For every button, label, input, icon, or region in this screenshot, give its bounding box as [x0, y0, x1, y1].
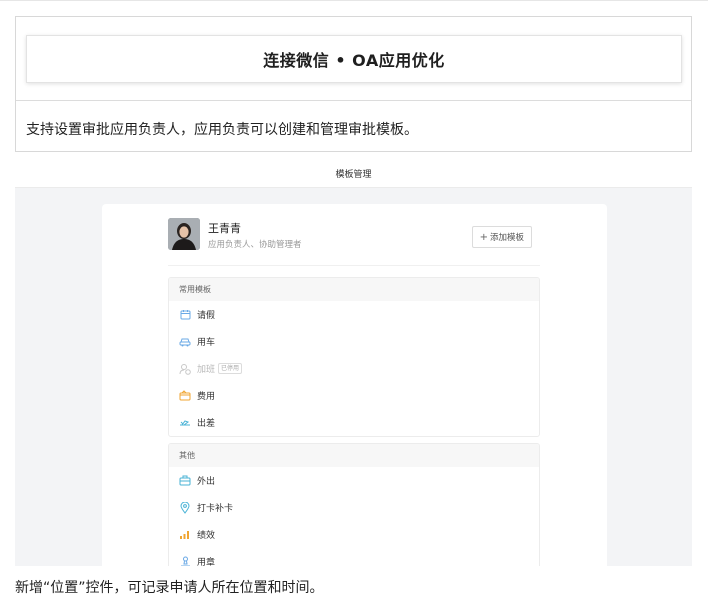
template-group-other: 其他 外出 打卡补卡 绩效 用章 — [168, 443, 540, 566]
add-template-label: 添加模板 — [489, 233, 524, 243]
screen-title: 模板管理 — [335, 170, 372, 180]
overtime-icon — [179, 363, 191, 375]
location-pin-icon — [179, 501, 191, 514]
title-box: 连接微信 • OA应用优化 — [26, 35, 682, 83]
template-item-performance[interactable]: 绩效 — [169, 521, 539, 548]
template-label: 用车 — [197, 338, 216, 348]
plane-icon — [179, 417, 191, 429]
briefcase-icon — [179, 475, 191, 487]
template-label: 费用 — [197, 392, 216, 402]
release-note-card: 连接微信 • OA应用优化 支持设置审批应用负责人，应用负责可以创建和管理审批模… — [15, 16, 692, 152]
stamp-icon — [179, 556, 191, 566]
template-label: 出差 — [197, 419, 216, 429]
calendar-icon — [179, 309, 191, 321]
template-item-business-trip[interactable]: 出差 — [169, 409, 539, 436]
feature-note: 新增“位置”控件，可记录申请人所在位置和时间。 — [15, 580, 324, 596]
template-label: 打卡补卡 — [197, 504, 234, 514]
template-item-leave[interactable]: 请假 — [169, 301, 539, 328]
template-management-screenshot: 模板管理 王青青 应用负责人、协助管理者 + 添加模板 常用模板 请假 用车 加… — [15, 160, 692, 566]
template-item-expense[interactable]: 费用 — [169, 382, 539, 409]
release-description: 支持设置审批应用负责人，应用负责可以创建和管理审批模板。 — [26, 122, 418, 138]
template-label: 绩效 — [197, 531, 216, 541]
release-title: 连接微信 • OA应用优化 — [263, 51, 445, 70]
template-item-clock-in[interactable]: 打卡补卡 — [169, 494, 539, 521]
disabled-badge: 已停用 — [218, 363, 243, 374]
avatar — [168, 218, 200, 250]
user-name: 王青青 — [208, 222, 241, 235]
template-label: 加班 — [197, 365, 216, 375]
group-title: 常用模板 — [169, 278, 539, 301]
add-template-button[interactable]: + 添加模板 — [471, 226, 532, 248]
screen-header: 模板管理 — [15, 160, 692, 188]
template-label: 请假 — [197, 311, 216, 321]
user-role: 应用负责人、协助管理者 — [208, 240, 302, 250]
template-item-seal[interactable]: 用章 — [169, 548, 539, 566]
card-divider — [16, 100, 691, 101]
wallet-icon — [179, 390, 191, 402]
group-title: 其他 — [169, 444, 539, 467]
user-row: 王青青 应用负责人、协助管理者 + 添加模板 — [168, 218, 540, 266]
template-item-car[interactable]: 用车 — [169, 328, 539, 355]
template-label: 外出 — [197, 477, 216, 487]
template-group-common: 常用模板 请假 用车 加班 已停用 费用 出差 — [168, 277, 540, 437]
template-item-outing[interactable]: 外出 — [169, 467, 539, 494]
top-divider — [0, 0, 708, 1]
plus-icon: + — [479, 231, 488, 243]
template-item-overtime[interactable]: 加班 已停用 — [169, 355, 539, 382]
template-panel: 王青青 应用负责人、协助管理者 + 添加模板 常用模板 请假 用车 加班 已停用… — [102, 204, 607, 566]
car-icon — [179, 336, 191, 348]
bar-chart-icon — [179, 529, 191, 541]
template-label: 用章 — [197, 558, 216, 566]
